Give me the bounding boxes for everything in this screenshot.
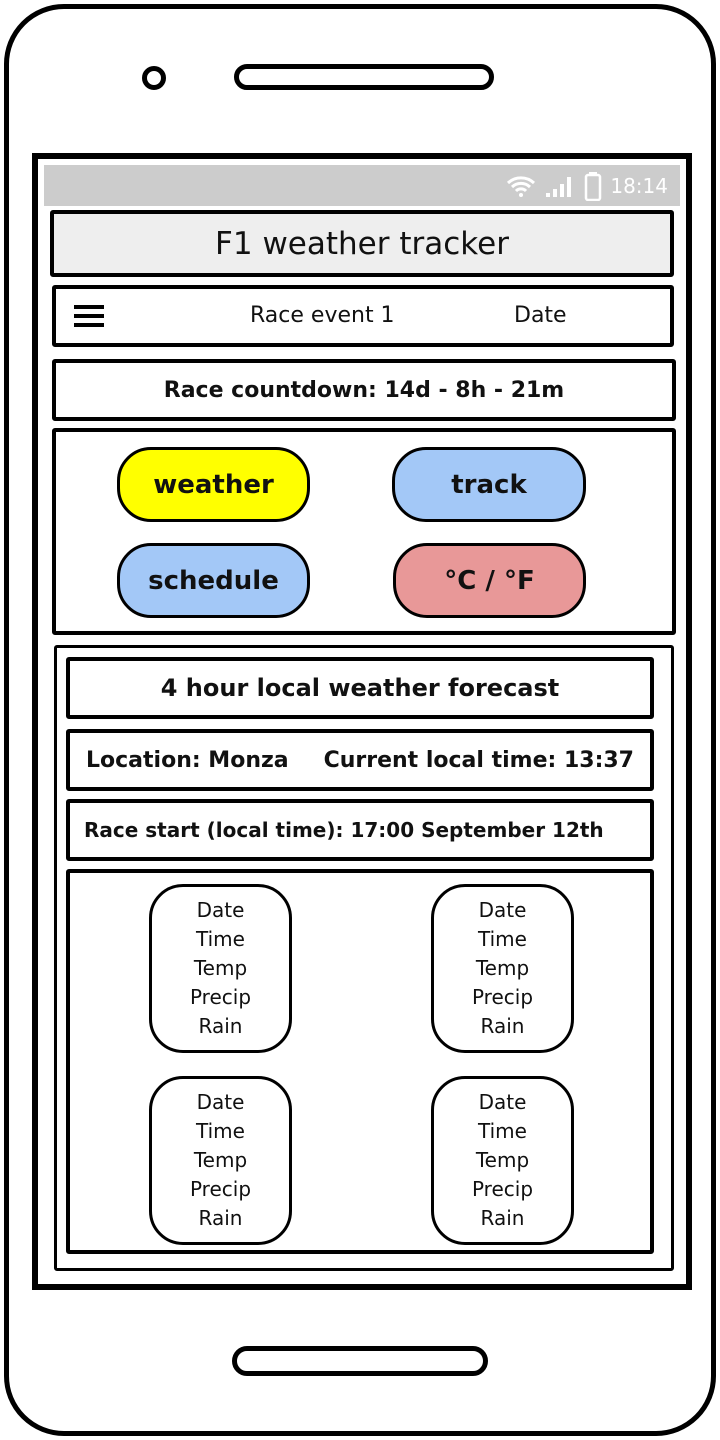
- wifi-icon: [507, 175, 536, 197]
- forecast-card[interactable]: Date Time Temp Precip Rain: [431, 1076, 574, 1245]
- label: weather: [153, 469, 274, 500]
- hamburger-icon[interactable]: [74, 304, 104, 328]
- location-bar: Location: Monza Current local time: 13:3…: [66, 729, 654, 791]
- battery-icon: [585, 171, 602, 201]
- track-button[interactable]: track: [392, 447, 586, 522]
- local-time: Current local time: 13:37: [323, 747, 634, 773]
- label: Race countdown: 14d - 8h - 21m: [163, 377, 565, 403]
- label: Temp: [475, 956, 530, 980]
- label: Date: [196, 1090, 245, 1114]
- label: Precip: [189, 1177, 252, 1201]
- camera-icon: [142, 66, 166, 90]
- page-title: F1 weather tracker: [215, 225, 509, 262]
- label: Precip: [471, 985, 534, 1009]
- label: Rain: [198, 1206, 243, 1230]
- home-button[interactable]: [232, 1346, 488, 1376]
- label: Temp: [193, 1148, 248, 1172]
- schedule-button[interactable]: schedule: [117, 543, 310, 618]
- forecast-card[interactable]: Date Time Temp Precip Rain: [431, 884, 574, 1053]
- label: Precip: [189, 985, 252, 1009]
- label: track: [451, 469, 527, 500]
- label: Temp: [475, 1148, 530, 1172]
- label: °C / °F: [444, 565, 535, 596]
- forecast-card[interactable]: Date Time Temp Precip Rain: [149, 1076, 292, 1245]
- location: Location: Monza: [86, 747, 289, 773]
- date-selector[interactable]: Date: [514, 303, 567, 328]
- label: Date: [478, 1090, 527, 1114]
- label: Rain: [480, 1014, 525, 1038]
- nav-bar: Race event 1 Date: [52, 285, 674, 347]
- label: Rain: [480, 1206, 525, 1230]
- signal-icon: [546, 176, 572, 197]
- forecast-card[interactable]: Date Time Temp Precip Rain: [149, 884, 292, 1053]
- race-start: Race start (local time): 17:00 September…: [66, 799, 654, 861]
- speaker-icon: [234, 64, 494, 90]
- label: schedule: [148, 565, 279, 596]
- race-countdown: Race countdown: 14d - 8h - 21m: [52, 359, 676, 421]
- label: Rain: [198, 1014, 243, 1038]
- label: Precip: [471, 1177, 534, 1201]
- label: Time: [196, 1119, 245, 1143]
- weather-button[interactable]: weather: [117, 447, 310, 522]
- race-event-selector[interactable]: Race event 1: [250, 303, 395, 328]
- label: Temp: [193, 956, 248, 980]
- label: Date: [478, 898, 527, 922]
- forecast-title: 4 hour local weather forecast: [66, 657, 654, 719]
- status-bar: 18:14: [44, 165, 680, 206]
- label: Time: [478, 1119, 527, 1143]
- label: 4 hour local weather forecast: [160, 674, 560, 702]
- app-header: F1 weather tracker: [50, 210, 674, 277]
- label: Race start (local time): 17:00 September…: [84, 818, 604, 842]
- status-time: 18:14: [610, 173, 668, 198]
- label: Time: [196, 927, 245, 951]
- label: Time: [478, 927, 527, 951]
- label: Date: [196, 898, 245, 922]
- unit-toggle-button[interactable]: °C / °F: [393, 543, 586, 618]
